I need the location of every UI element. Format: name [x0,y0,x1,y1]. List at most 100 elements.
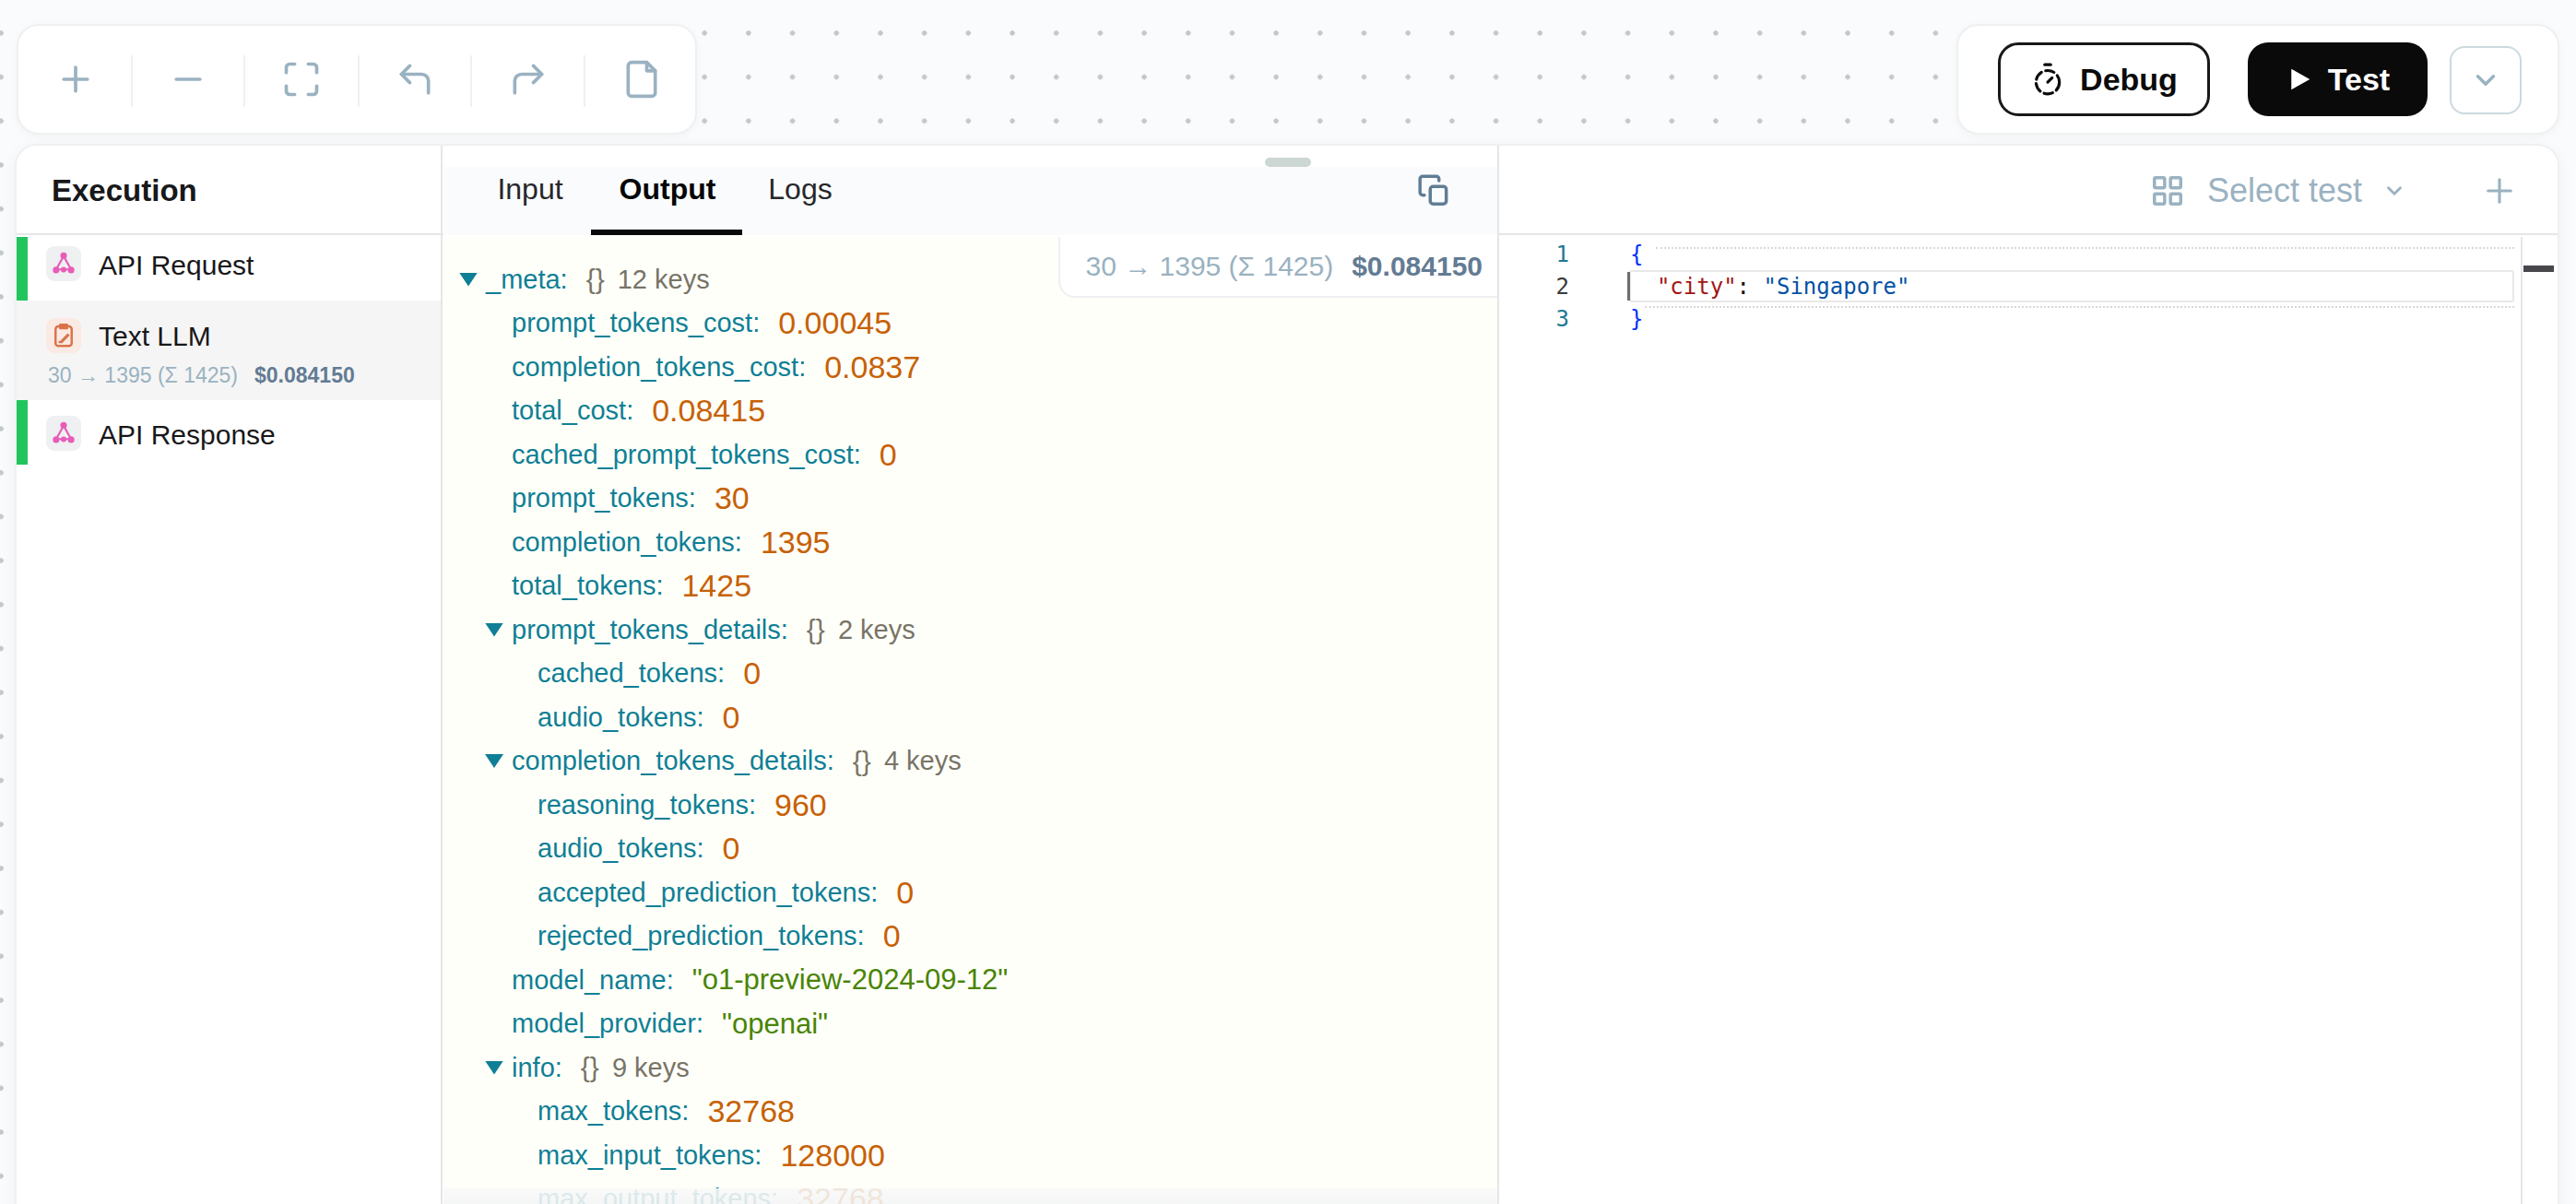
tree-row-cached_tokens: cached_tokens:0 [511,652,761,696]
tree-object-meta: {}4 keys [853,746,962,777]
tree-object-meta: {}9 keys [581,1052,690,1083]
fit-view-icon[interactable] [281,59,322,100]
tree-value: 32768 [707,1093,795,1129]
test-editor: 1{2 "city": "Singapore"3} [1499,237,2558,1204]
execution-list: API Request Text LLM 30 → 1395 (Σ 1425) $0.… [17,237,441,1204]
tree-key: cached_prompt_tokens_cost: [512,440,861,470]
usage-cost: $0.084150 [1352,251,1483,282]
grid-icon [2150,173,2185,208]
tree-value: 0.0837 [824,349,920,385]
debug-button[interactable]: Debug [1998,42,2210,116]
tree-key: prompt_tokens_cost: [512,308,760,338]
item-cost: $0.084150 [254,363,355,388]
tree-key: _meta: [486,265,568,295]
execution-item-text-llm[interactable]: Text LLM 30 → 1395 (Σ 1425) $0.084150 [17,301,441,400]
tree-value: 960 [774,787,827,823]
tab-input[interactable]: Input [497,146,562,232]
divider-left[interactable] [441,146,443,1204]
tree-key: prompt_tokens: [512,483,696,513]
tree-value: 1395 [761,525,831,561]
tree-value: 0.08415 [652,393,765,429]
execution-item-label: API Request [99,250,254,281]
sheet-header: Execution InputOutputLogs Select test [17,146,2558,235]
tree-row-reasoning_tokens: reasoning_tokens:960 [511,783,827,827]
tree-value: "o1-preview-2024-09-12" [692,963,1009,997]
tree-key: prompt_tokens_details: [512,615,788,645]
tree-row-info[interactable]: info:{}9 keys [485,1045,690,1090]
collapse-triangle-icon[interactable] [485,754,503,768]
tree-value: 0 [883,918,901,954]
test-button[interactable]: Test [2248,42,2428,116]
execution-item-api-response[interactable]: API Response [17,400,441,465]
tree-value: "openai" [722,1008,828,1041]
tree-row-prompt_tokens_details[interactable]: prompt_tokens_details: {}2 keys [485,608,916,652]
tree-row-_meta[interactable]: _meta: {}12 keys [459,257,710,301]
clipboard-pen-icon [46,318,81,353]
play-icon [2286,65,2313,93]
canvas-toolbar [17,24,697,135]
tree-key: accepted_prediction_tokens: [538,878,878,908]
collapse-triangle-icon[interactable] [485,623,503,637]
chevron-down-icon [2470,65,2501,96]
test-options-button[interactable] [2450,46,2522,114]
api-icon [46,246,81,281]
tree-key: total_tokens: [512,571,663,601]
tree-key: max_tokens: [538,1096,689,1127]
tree-key: rejected_prediction_tokens: [538,921,865,951]
timer-icon [2030,62,2065,97]
tree-row-completion_tokens_details[interactable]: completion_tokens_details: {}4 keys [485,739,962,784]
text-cursor [1627,272,1630,301]
tab-output[interactable]: Output [620,146,716,232]
overview-ruler-mark [2523,266,2554,272]
tree-value: 0 [896,875,914,911]
tree-row-audio_tokens: audio_tokens:0 [511,695,740,739]
collapse-triangle-icon[interactable] [459,273,478,287]
tree-key: model_name: [512,965,674,996]
execution-item-label: Text LLM [99,321,211,352]
item-tokens: 30 → 1395 (Σ 1425) [48,363,238,388]
execution-item-api-request[interactable]: API Request [17,237,441,289]
output-panel: _meta: {}12 keys prompt_tokens_cost:0.0004… [443,237,1497,1204]
tree-row-max_tokens: max_tokens: 32768 [511,1090,795,1134]
select-test-dropdown[interactable]: Select test [2150,146,2406,235]
collapse-triangle-icon[interactable] [485,1061,503,1075]
tree-key: total_cost: [512,395,633,426]
tree-value: 0 [743,655,761,691]
tree-value: 30 [715,480,750,516]
zoom-out-icon[interactable] [168,59,208,100]
editor-line-1[interactable]: 1{ [1499,238,2558,270]
tree-value: 128000 [780,1138,884,1174]
undo-icon[interactable] [395,59,435,100]
drag-handle[interactable] [1265,158,1311,167]
chevron-down-icon [2382,179,2406,203]
tree-key: audio_tokens: [538,702,704,733]
tree-row-prompt_tokens_cost: prompt_tokens_cost:0.00045 [485,301,892,346]
select-test-label: Select test [2207,171,2362,210]
tree-key: completion_tokens_details: [512,746,834,776]
execution-item-label: API Response [99,419,276,451]
usage-badge: 30 → 1395 (Σ 1425) $0.084150 [1058,237,1497,298]
redo-icon[interactable] [508,59,549,100]
horizontal-scrollbar[interactable] [443,1188,1497,1204]
test-label: Test [2328,62,2390,98]
tree-row-accepted_prediction_tokens: accepted_prediction_tokens: 0 [511,870,914,915]
tree-object-meta: {}12 keys [586,264,710,295]
editor-line-3[interactable]: 3} [1499,302,2558,335]
tree-key: max_input_tokens: [538,1140,762,1171]
debug-label: Debug [2080,62,2178,98]
bottom-sheet: Execution InputOutputLogs Select test AP… [15,144,2559,1204]
tree-object-meta: {}2 keys [807,614,916,645]
usage-tokens: 30 → 1395 (Σ 1425) [1085,251,1333,282]
copy-icon[interactable] [1417,173,1452,208]
editor-line-2[interactable]: 2 "city": "Singapore" [1499,270,2558,302]
add-test-button[interactable] [2480,146,2519,235]
tree-value: 1425 [681,568,751,604]
run-toolbar: Debug Test [1956,24,2559,135]
tree-row-model_name: model_name: "o1-preview-2024-09-12" [485,958,1008,1002]
zoom-in-icon[interactable] [55,59,96,100]
tree-key: audio_tokens: [538,833,704,864]
tree-value: 0 [723,831,740,867]
file-icon[interactable] [621,59,662,100]
tab-logs[interactable]: Logs [768,146,832,232]
tree-row-total_tokens: total_tokens: 1425 [485,564,751,608]
